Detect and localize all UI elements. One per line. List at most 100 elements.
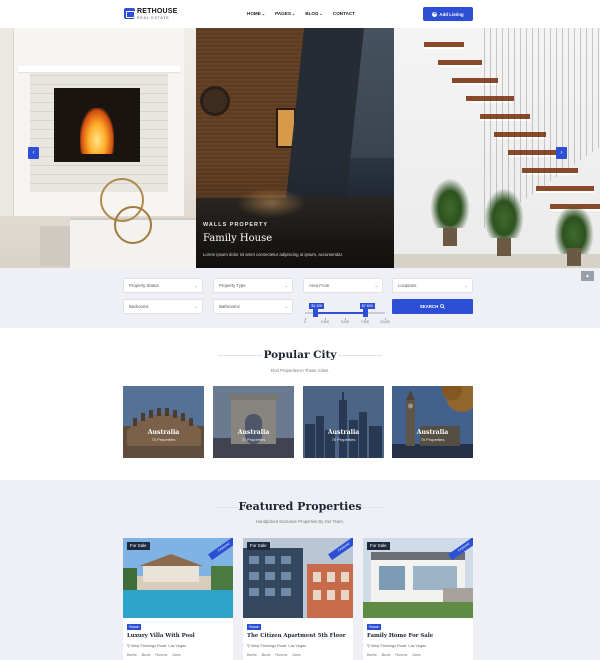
property-card[interactable]: For Sale Featured House Family Home For …: [363, 538, 473, 660]
property-status-value: Property Status: [129, 283, 159, 288]
city-count: 70 Properties: [241, 437, 266, 442]
decor-sphere: [114, 206, 152, 244]
city-count: 70 Properties: [151, 437, 176, 442]
feature-rooms: Rooms: [155, 653, 168, 657]
add-listing-button[interactable]: + Add Listing: [423, 7, 473, 21]
property-address: ⚲ West Flamingo Road, Las Vegas: [247, 643, 306, 648]
property-image: For Sale Featured: [123, 538, 233, 618]
locations-select[interactable]: Locations ⌄: [392, 278, 473, 293]
featured-subtitle: Handpicked Exclusive Properties By Our T…: [256, 519, 344, 524]
popular-city-title: Popular City: [263, 349, 337, 361]
logo-icon: [124, 8, 135, 19]
hero-kicker: WALLS PROPERTY: [203, 222, 269, 228]
nav-contact[interactable]: CONTACT: [333, 11, 355, 16]
range-handle-max[interactable]: [363, 309, 369, 317]
nav-pages-label: PAGES: [275, 11, 291, 16]
stair-step: [424, 42, 464, 49]
property-address-text: West Flamingo Road, Las Vegas: [370, 644, 427, 648]
property-type-select[interactable]: Property Type ⌄: [213, 278, 293, 293]
hero-slider: WALLS PROPERTY Family House Lorem ipsum …: [0, 28, 600, 268]
range-handle-min[interactable]: [312, 309, 318, 317]
property-name[interactable]: The Citizen Apartment 5th Floor: [247, 633, 346, 639]
price-range-slider[interactable]: $1 300 $7 600 0 2,500 5,000 7,500 10,000: [304, 303, 390, 324]
locations-value: Locations: [398, 283, 417, 288]
chevron-down-icon: ⌄: [284, 283, 288, 288]
property-type-badge: House: [367, 624, 381, 630]
property-address: ⚲ West Flamingo Road, Las Vegas: [127, 643, 186, 648]
search-button-label: SEARCH: [419, 304, 439, 309]
add-listing-label: Add Listing: [439, 11, 464, 17]
feature-beds: Beds: [261, 653, 271, 657]
feature-beds: Beds: [381, 653, 391, 657]
nav-home-label: HOME: [247, 11, 261, 16]
range-tick-label: 5,000: [340, 320, 350, 324]
feature-baths: Baths: [247, 653, 257, 657]
nav-contact-label: CONTACT: [332, 11, 356, 16]
property-name[interactable]: Luxury Villa With Pool: [127, 633, 195, 639]
flame: [80, 108, 114, 154]
featured-title: Featured Properties: [238, 500, 362, 513]
scroll-to-top-button[interactable]: ▲: [581, 271, 594, 281]
property-type-value: Property Type: [219, 283, 246, 288]
city-name: Australia: [147, 429, 180, 436]
city-card[interactable]: Australia 70 Properties: [392, 386, 473, 458]
property-image: For Sale Featured: [243, 538, 353, 618]
bedrooms-select[interactable]: Bedrooms ⌄: [123, 299, 203, 314]
property-card[interactable]: For Sale Featured House Luxury Villa Wit…: [123, 538, 233, 660]
shelf: [0, 28, 14, 216]
bathrooms-select[interactable]: Bathrooms ⌄: [213, 299, 293, 314]
nav-home[interactable]: HOME⌄: [247, 11, 265, 16]
property-name[interactable]: Family Home For Sale: [367, 633, 433, 639]
property-features: Baths Beds Rooms Area: [127, 653, 180, 657]
chevron-down-icon: ⌄: [464, 283, 468, 288]
plant: [430, 178, 470, 228]
logo-name: RETHOUSE: [137, 8, 178, 15]
feature-rooms: Rooms: [395, 653, 408, 657]
chevron-down-icon: ⌄: [374, 283, 378, 288]
nav-pages[interactable]: PAGES⌄: [275, 11, 295, 16]
feature-baths: Baths: [127, 653, 137, 657]
search-button[interactable]: SEARCH: [392, 299, 473, 314]
range-max-label: $7 600: [359, 303, 375, 309]
nav-blog-label: BLOG: [305, 11, 319, 16]
range-tick-label: 7,500: [360, 320, 370, 324]
city-overlay: [123, 386, 204, 458]
area-from-select[interactable]: Area From ⌄: [303, 278, 383, 293]
area-from-value: Area From: [309, 283, 330, 288]
chevron-up-icon: ▲: [585, 273, 590, 279]
main-nav: HOME⌄ PAGES⌄ BLOG⌄ CONTACT: [247, 11, 355, 16]
hero-caption: WALLS PROPERTY Family House Lorem ipsum …: [203, 222, 343, 257]
range-fill: [315, 312, 366, 314]
nav-blog[interactable]: BLOG⌄: [305, 11, 323, 16]
slide-image-stairs: [394, 28, 600, 268]
chevron-down-icon: ⌄: [291, 11, 296, 16]
city-name: Australia: [327, 429, 360, 436]
property-address: ⚲ West Flamingo Road, Las Vegas: [367, 643, 426, 648]
slider-prev-button[interactable]: ‹: [28, 147, 39, 159]
chevron-left-icon: ‹: [32, 150, 35, 156]
property-status-select[interactable]: Property Status ⌄: [123, 278, 203, 293]
range-tick-label: 2,500: [320, 320, 330, 324]
for-sale-tag: For Sale: [247, 542, 270, 550]
range-min-label: $1 300: [309, 303, 325, 309]
property-image: For Sale Featured: [363, 538, 473, 618]
hero-title: Family House: [203, 233, 273, 244]
chevron-down-icon: ⌄: [319, 11, 323, 16]
chevron-down-icon: ⌄: [284, 304, 288, 309]
city-card[interactable]: Australia 70 Properties: [303, 386, 384, 458]
plant: [484, 188, 524, 238]
slider-next-button[interactable]: ›: [556, 147, 567, 159]
city-card[interactable]: Australia 70 Properties: [213, 386, 294, 458]
city-count: 70 Properties: [331, 437, 356, 442]
plant-pot: [443, 228, 457, 246]
property-address-text: West Flamingo Road, Las Vegas: [250, 644, 307, 648]
plant-pot: [567, 248, 581, 266]
for-sale-tag: For Sale: [367, 542, 390, 550]
plant: [554, 204, 594, 254]
property-features: Baths Beds Rooms Area: [367, 653, 420, 657]
property-card[interactable]: For Sale Featured House The Citizen Apar…: [243, 538, 353, 660]
range-tick-label: 0: [304, 320, 306, 324]
city-card[interactable]: Australia 70 Properties: [123, 386, 204, 458]
stair-step: [438, 60, 482, 67]
range-ticks: 0 2,500 5,000 7,500 10,000: [304, 318, 390, 324]
